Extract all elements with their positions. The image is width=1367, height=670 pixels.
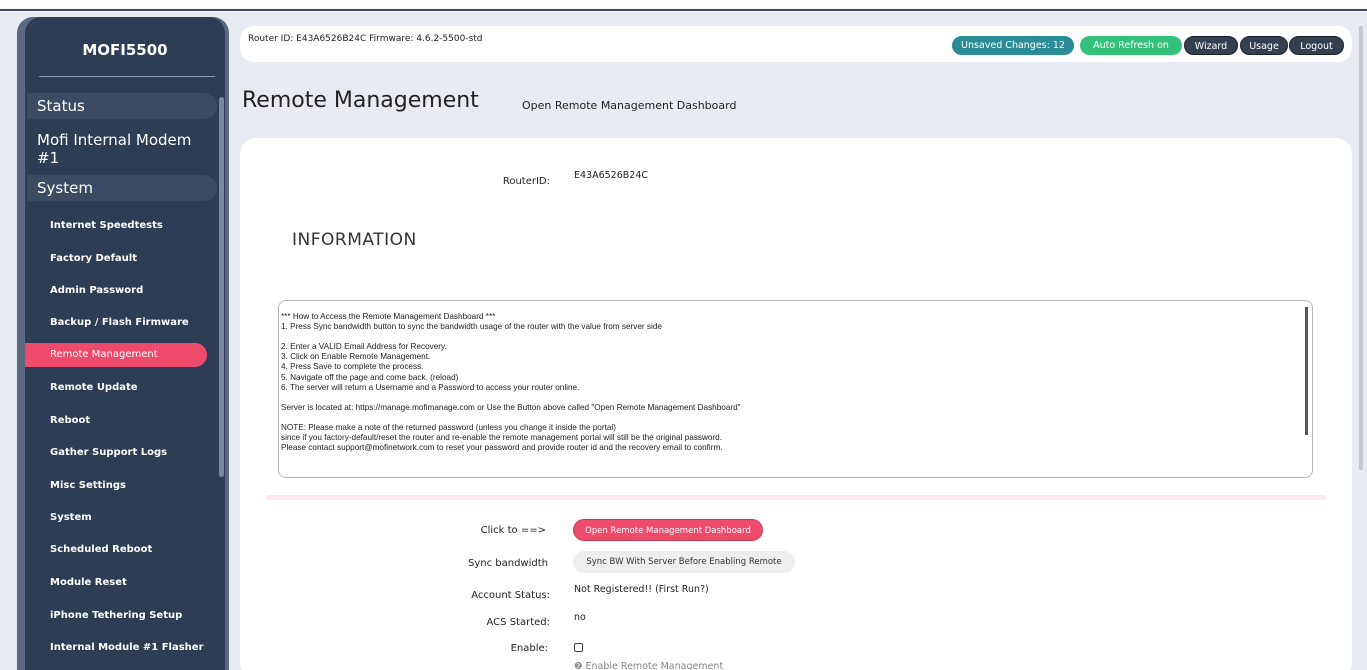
top-header: Router ID: E43A6526B24C Firmware: 4.6.2-… — [240, 26, 1352, 62]
sidebar-item-internet-speedtests[interactable]: Internet Speedtests — [25, 214, 207, 238]
information-textarea[interactable]: *** How to Access the Remote Management … — [278, 300, 1313, 478]
sidebar-item-internal-module-flasher[interactable]: Internal Module #1 Flasher — [25, 636, 207, 660]
sidebar-item-gather-support-logs[interactable]: Gather Support Logs — [25, 441, 207, 465]
sidebar-section-modem[interactable]: Mofi Internal Modem #1 — [27, 127, 217, 171]
sidebar-item-admin-password[interactable]: Admin Password — [25, 279, 207, 303]
router-id-value: E43A6526B24C — [574, 170, 649, 181]
info-line: 4. Press Save to complete the process. — [281, 362, 424, 372]
info-line — [281, 332, 1281, 342]
info-line: since if you factory-default/reset the r… — [281, 433, 722, 443]
info-line: 3. Click on Enable Remote Management. — [281, 352, 431, 362]
sidebar-section-modem-label: Mofi Internal Modem — [37, 131, 192, 149]
sidebar-item-backup-flash-firmware[interactable]: Backup / Flash Firmware — [25, 311, 207, 335]
top-frame-line — [0, 0, 1367, 12]
sidebar-section-status[interactable]: Status — [27, 93, 217, 119]
sidebar-section-system[interactable]: System — [27, 175, 217, 201]
acs-started-value: no — [574, 612, 586, 623]
open-dashboard-link[interactable]: Open Remote Management Dashboard — [522, 99, 736, 112]
page-scrollbar[interactable] — [1359, 26, 1363, 470]
info-line: Please contact support@mofinetwork.com t… — [281, 443, 723, 453]
logout-button[interactable]: Logout — [1289, 36, 1344, 55]
info-line — [281, 413, 1281, 423]
sidebar-item-module-reset[interactable]: Module Reset — [25, 571, 207, 595]
sync-bandwidth-label: Sync bandwidth — [467, 558, 548, 569]
page-title: Remote Management — [242, 88, 479, 113]
brand-divider — [39, 76, 215, 77]
section-divider — [266, 495, 1326, 500]
info-line — [281, 393, 1281, 403]
info-line: 5. Navigate off the page and come back. … — [281, 372, 459, 382]
sidebar-item-iphone-tethering-setup[interactable]: iPhone Tethering Setup — [25, 604, 207, 628]
router-info: Router ID: E43A6526B24C Firmware: 4.6.2-… — [248, 34, 483, 44]
sidebar-item-misc-settings[interactable]: Misc Settings — [25, 474, 207, 498]
information-text: *** How to Access the Remote Management … — [281, 312, 1281, 453]
click-to-label: Click to ==> — [480, 525, 546, 536]
info-line: 2. Enter a VALID Email Address for Recov… — [281, 342, 447, 352]
info-line: *** How to Access the Remote Management … — [281, 312, 496, 321]
enable-label: Enable: — [510, 643, 548, 654]
sidebar-scrollbar[interactable] — [219, 97, 224, 477]
auto-refresh-toggle[interactable]: Auto Refresh on — [1080, 36, 1182, 55]
wizard-button[interactable]: Wizard — [1184, 36, 1238, 55]
unsaved-changes-button[interactable]: Unsaved Changes: 12 — [952, 36, 1074, 55]
enable-checkbox[interactable] — [574, 643, 583, 652]
sync-bandwidth-button[interactable]: Sync BW With Server Before Enabling Remo… — [573, 551, 795, 573]
sidebar-item-scheduled-reboot[interactable]: Scheduled Reboot — [25, 538, 207, 562]
sidebar: MOFI5500 Status Mofi Internal Modem #1 S… — [17, 17, 229, 670]
info-line: NOTE: Please make a note of the returned… — [281, 423, 616, 433]
sidebar-section-modem-number: #1 — [37, 149, 60, 167]
info-line: 6. The server will return a Username and… — [281, 382, 580, 392]
usage-button[interactable]: Usage — [1240, 36, 1288, 55]
enable-remote-management-hint: ❷ Enable Remote Management — [574, 661, 724, 670]
info-line: 1. Press Sync bandwidth button to sync t… — [281, 322, 662, 332]
sidebar-panel: MOFI5500 Status Mofi Internal Modem #1 S… — [25, 17, 225, 670]
textarea-scrollbar[interactable] — [1305, 307, 1308, 435]
sidebar-item-system[interactable]: System — [25, 506, 207, 530]
account-status-label: Account Status: — [471, 590, 550, 601]
brand-name: MOFI5500 — [82, 41, 168, 59]
sidebar-item-reboot[interactable]: Reboot — [25, 409, 207, 433]
sidebar-item-remote-update[interactable]: Remote Update — [25, 376, 207, 400]
router-id-label: RouterID: — [502, 176, 550, 187]
acs-started-label: ACS Started: — [486, 617, 550, 628]
open-dashboard-button[interactable]: Open Remote Management Dashboard — [573, 519, 763, 541]
sidebar-item-remote-management[interactable]: Remote Management — [25, 343, 207, 367]
account-status-value: Not Registered!! (First Run?) — [574, 584, 709, 595]
info-line: Server is located at: https://manage.mof… — [281, 402, 741, 412]
sidebar-item-factory-default[interactable]: Factory Default — [25, 247, 207, 271]
information-heading: INFORMATION — [292, 230, 417, 250]
